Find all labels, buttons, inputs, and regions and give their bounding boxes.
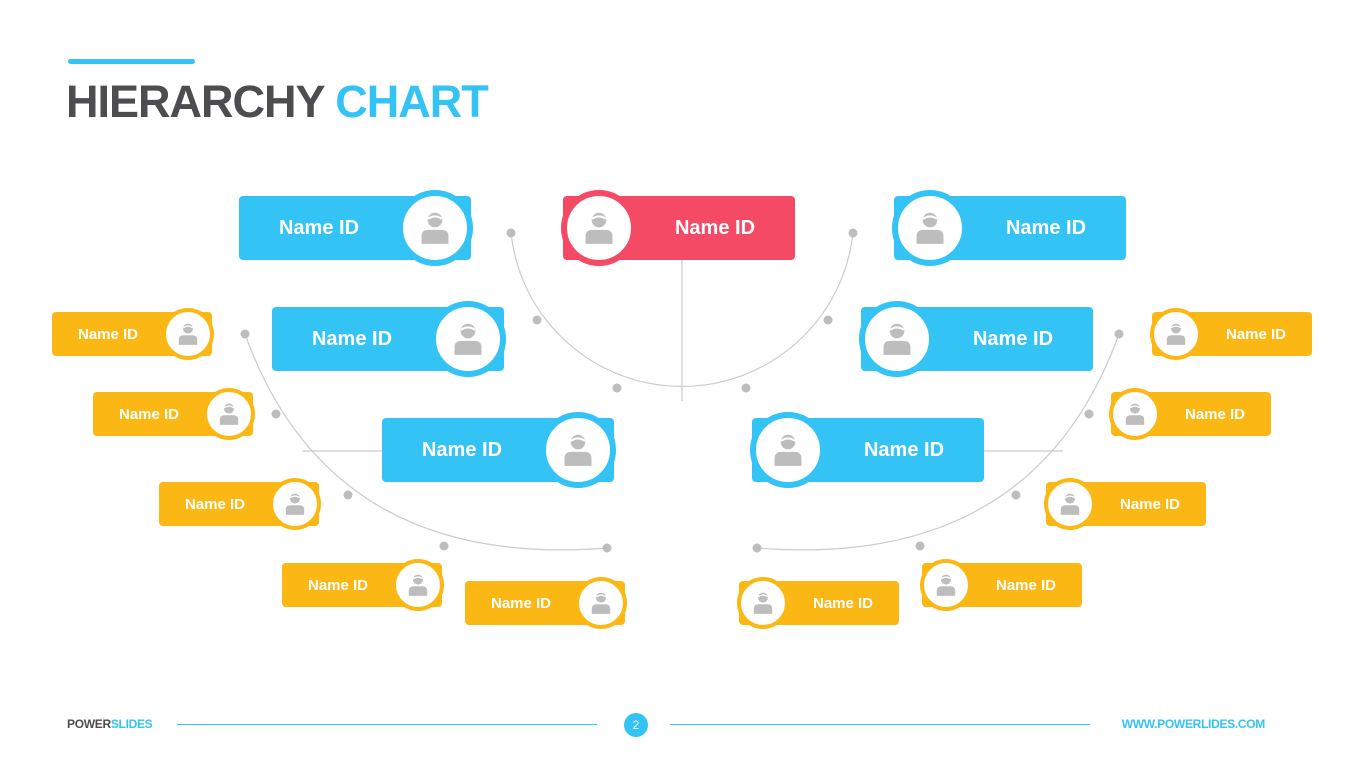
- level2-node[interactable]: Name ID: [1109, 388, 1271, 440]
- user-avatar-icon: [408, 574, 428, 596]
- connector-dot: [752, 543, 762, 553]
- level2-node[interactable]: Name ID: [282, 559, 444, 611]
- connector-lines: [240, 228, 1124, 553]
- node-label: Name ID: [812, 594, 874, 612]
- avatar-ring: [737, 577, 789, 629]
- user-avatar-icon: [564, 434, 592, 466]
- user-avatar-icon: [883, 323, 911, 355]
- node-label: Name ID: [307, 576, 369, 594]
- level1-node[interactable]: Name ID: [750, 412, 984, 488]
- user-avatar-icon: [1060, 493, 1080, 515]
- footer-divider-right: [670, 724, 1090, 725]
- root-node[interactable]: Name ID: [561, 190, 795, 266]
- node-label: Name ID: [278, 216, 360, 239]
- connector-dot: [602, 543, 612, 553]
- connector-dot: [823, 315, 833, 325]
- connector-dot: [612, 383, 622, 393]
- page-number: 2: [624, 713, 648, 737]
- node-label: Name ID: [995, 576, 1057, 594]
- connector-dot: [1011, 490, 1021, 500]
- user-avatar-icon: [774, 434, 802, 466]
- level2-node[interactable]: Name ID: [920, 559, 1082, 611]
- level2-node[interactable]: Name ID: [1150, 308, 1312, 360]
- user-avatar-icon: [1125, 403, 1145, 425]
- avatar-ring: [575, 577, 627, 629]
- level2-node[interactable]: Name ID: [465, 577, 627, 629]
- connector-dot: [343, 490, 353, 500]
- avatar-ring: [430, 301, 506, 377]
- level2-node[interactable]: Name ID: [1044, 478, 1206, 530]
- node-label: Name ID: [1184, 405, 1246, 423]
- node-label: Name ID: [184, 495, 246, 513]
- avatar-ring: [892, 190, 968, 266]
- avatar-ring: [1150, 308, 1202, 360]
- brand-part-2: SLIDES: [110, 717, 153, 731]
- user-avatar-icon: [219, 403, 239, 425]
- avatar-ring: [1044, 478, 1096, 530]
- node-label: Name ID: [118, 405, 180, 423]
- user-avatar-icon: [753, 592, 773, 614]
- footer-website[interactable]: WWW.POWERLIDES.COM: [1122, 717, 1266, 731]
- avatar-ring: [203, 388, 255, 440]
- avatar-ring: [920, 559, 972, 611]
- connector-dot: [848, 228, 858, 238]
- node-label: Name ID: [1005, 216, 1087, 239]
- connector-dot: [506, 228, 516, 238]
- node-label: Name ID: [863, 438, 945, 461]
- connector-dot: [271, 409, 281, 419]
- brand-part-1: POWER: [67, 717, 111, 731]
- footer-brand: POWERSLIDES: [67, 717, 153, 731]
- user-avatar-icon: [585, 212, 613, 244]
- connector-dot: [741, 383, 751, 393]
- user-avatar-icon: [916, 212, 944, 244]
- user-avatar-icon: [454, 323, 482, 355]
- user-avatar-icon: [285, 493, 305, 515]
- avatar-ring: [162, 308, 214, 360]
- avatar-ring: [269, 478, 321, 530]
- connector-dot: [1084, 409, 1094, 419]
- node-label: Name ID: [1225, 325, 1287, 343]
- level1-node[interactable]: Name ID: [239, 190, 473, 266]
- level1-node[interactable]: Name ID: [272, 301, 506, 377]
- footer-divider-left: [177, 724, 597, 725]
- node-label: Name ID: [1119, 495, 1181, 513]
- avatar-ring: [859, 301, 935, 377]
- node-label: Name ID: [421, 438, 503, 461]
- avatar-ring: [397, 190, 473, 266]
- node-label: Name ID: [972, 327, 1054, 350]
- node-label: Name ID: [77, 325, 139, 343]
- avatar-ring: [750, 412, 826, 488]
- level2-node[interactable]: Name ID: [93, 388, 255, 440]
- connector-dot: [240, 329, 250, 339]
- node-label: Name ID: [674, 216, 756, 239]
- level2-node[interactable]: Name ID: [737, 577, 899, 629]
- avatar-ring: [392, 559, 444, 611]
- connector-dot: [915, 541, 925, 551]
- node-label: Name ID: [490, 594, 552, 612]
- user-avatar-icon: [591, 592, 611, 614]
- level2-node[interactable]: Name ID: [52, 308, 214, 360]
- avatar-ring: [1109, 388, 1161, 440]
- user-avatar-icon: [421, 212, 449, 244]
- user-avatar-icon: [936, 574, 956, 596]
- level2-node[interactable]: Name ID: [159, 478, 321, 530]
- avatar-ring: [561, 190, 637, 266]
- user-avatar-icon: [178, 323, 198, 345]
- level1-node[interactable]: Name ID: [892, 190, 1126, 266]
- user-avatar-icon: [1166, 323, 1186, 345]
- avatar-ring: [540, 412, 616, 488]
- connector-dot: [439, 541, 449, 551]
- level1-node[interactable]: Name ID: [859, 301, 1093, 377]
- connector-dot: [532, 315, 542, 325]
- node-label: Name ID: [311, 327, 393, 350]
- level1-node[interactable]: Name ID: [382, 412, 616, 488]
- connector-dot: [1114, 329, 1124, 339]
